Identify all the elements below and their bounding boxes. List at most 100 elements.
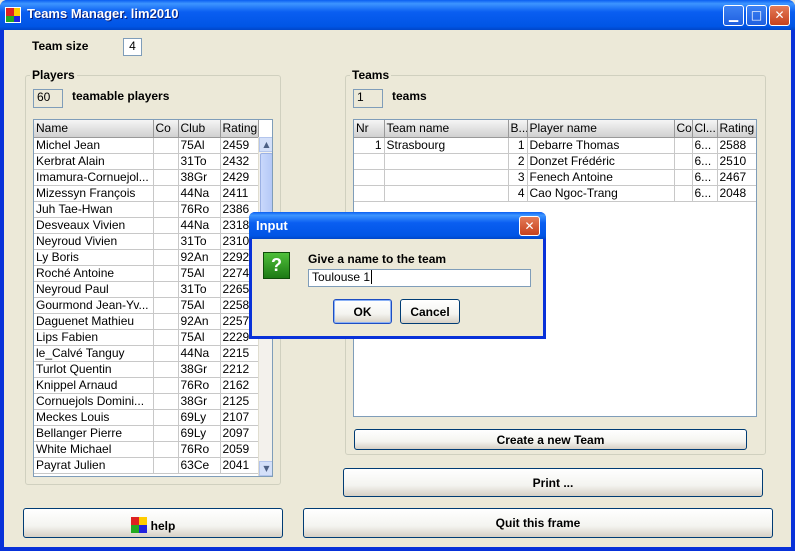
table-row[interactable]: White Michael 76Ro 2059 bbox=[34, 441, 259, 458]
teamable-players-label: teamable players bbox=[72, 89, 170, 103]
column-header[interactable]: Nr bbox=[354, 120, 385, 138]
table-cell bbox=[153, 409, 179, 426]
table-cell: 31To bbox=[178, 153, 221, 170]
table-cell bbox=[674, 185, 693, 202]
column-header[interactable]: Name bbox=[34, 120, 154, 138]
table-row[interactable]: Cornuejols Domini... 38Gr 2125 bbox=[34, 393, 259, 410]
table-cell: Debarre Thomas bbox=[527, 137, 675, 154]
teamable-players-count: 60 bbox=[33, 89, 63, 108]
table-cell: Donzet Frédéric bbox=[527, 153, 675, 170]
table-cell: 69Ly bbox=[178, 425, 221, 442]
teams-table-header: Nr Team name B... Player name Co Cl... Rating bbox=[354, 120, 756, 138]
minimize-button[interactable]: ▁ bbox=[723, 5, 744, 26]
table-cell: 63Ce bbox=[178, 457, 221, 474]
dialog-body: ? Give a name to the team Toulouse 1 OK … bbox=[252, 239, 543, 336]
scroll-up-icon[interactable]: ▲ bbox=[259, 137, 272, 152]
table-row[interactable]: le_Calvé Tanguy 44Na 2215 bbox=[34, 345, 259, 362]
table-row[interactable]: Juh Tae-Hwan 76Ro 2386 bbox=[34, 201, 259, 218]
table-cell bbox=[153, 361, 179, 378]
table-cell bbox=[153, 153, 179, 170]
table-cell: Knippel Arnaud bbox=[34, 377, 154, 394]
table-cell bbox=[674, 169, 693, 186]
team-size-label: Team size bbox=[32, 39, 89, 53]
table-row[interactable]: Neyroud Vivien 31To 2310 bbox=[34, 233, 259, 250]
table-cell: Desveaux Vivien bbox=[34, 217, 154, 234]
table-cell bbox=[153, 281, 179, 298]
column-header[interactable]: Club bbox=[178, 120, 221, 138]
table-row[interactable]: Imamura-Cornuejol... 38Gr 2429 bbox=[34, 169, 259, 186]
table-cell: 2097 bbox=[220, 425, 259, 442]
table-cell: 2510 bbox=[717, 153, 756, 170]
help-button[interactable]: help bbox=[23, 508, 283, 538]
table-cell: 44Na bbox=[178, 185, 221, 202]
table-row[interactable]: Mizessyn François 44Na 2411 bbox=[34, 185, 259, 202]
table-cell bbox=[153, 201, 179, 218]
table-row[interactable]: Lips Fabien 75Al 2229 bbox=[34, 329, 259, 346]
team-name-input[interactable]: Toulouse 1 bbox=[308, 269, 531, 287]
table-cell: Juh Tae-Hwan bbox=[34, 201, 154, 218]
team-size-field[interactable]: 4 bbox=[123, 38, 142, 56]
quit-button[interactable]: Quit this frame bbox=[303, 508, 773, 538]
table-cell: 75Al bbox=[178, 297, 221, 314]
create-team-button[interactable]: Create a new Team bbox=[354, 429, 747, 450]
column-header[interactable]: Co bbox=[153, 120, 179, 138]
dialog-close-button[interactable]: ✕ bbox=[519, 216, 540, 236]
table-cell bbox=[153, 169, 179, 186]
teams-count-label: teams bbox=[392, 89, 427, 103]
table-row[interactable]: Neyroud Paul 31To 2265 bbox=[34, 281, 259, 298]
table-cell: 2411 bbox=[220, 185, 259, 202]
table-cell bbox=[153, 313, 179, 330]
maximize-button[interactable]: □ bbox=[746, 5, 767, 26]
table-cell bbox=[153, 393, 179, 410]
table-cell: 4 bbox=[508, 185, 528, 202]
table-cell bbox=[153, 329, 179, 346]
table-row[interactable]: Michel Jean 75Al 2459 bbox=[34, 137, 259, 154]
table-cell: Strasbourg bbox=[384, 137, 509, 154]
table-cell: 2215 bbox=[220, 345, 259, 362]
table-cell: Imamura-Cornuejol... bbox=[34, 169, 154, 186]
table-cell bbox=[384, 153, 509, 170]
table-row[interactable]: Daguenet Mathieu 92An 2257 bbox=[34, 313, 259, 330]
table-cell: Meckes Louis bbox=[34, 409, 154, 426]
column-header[interactable]: Rating bbox=[717, 120, 756, 138]
scroll-down-icon[interactable]: ▼ bbox=[259, 461, 272, 476]
table-cell: 1 bbox=[508, 137, 528, 154]
table-row[interactable]: Bellanger Pierre 69Ly 2097 bbox=[34, 425, 259, 442]
table-row[interactable]: Payrat Julien 63Ce 2041 bbox=[34, 457, 259, 474]
column-header[interactable]: Rating bbox=[220, 120, 259, 138]
table-row[interactable]: 4 Cao Ngoc-Trang 6... 2048 bbox=[354, 185, 756, 202]
maximize-icon: □ bbox=[750, 8, 763, 22]
close-button[interactable]: ✕ bbox=[769, 5, 790, 26]
table-cell bbox=[674, 153, 693, 170]
table-row[interactable]: Ly Boris 92An 2292 bbox=[34, 249, 259, 266]
table-row[interactable]: Gourmond Jean-Yv... 75Al 2258 bbox=[34, 297, 259, 314]
table-cell: 38Gr bbox=[178, 169, 221, 186]
table-row[interactable]: Meckes Louis 69Ly 2107 bbox=[34, 409, 259, 426]
column-header[interactable]: B... bbox=[508, 120, 528, 138]
table-cell: 31To bbox=[178, 233, 221, 250]
main-window: Teams Manager. lim2010 ▁ □ ✕ Team size 4… bbox=[0, 0, 795, 551]
table-row[interactable]: Roché Antoine 75Al 2274 bbox=[34, 265, 259, 282]
column-header[interactable]: Team name bbox=[384, 120, 509, 138]
team-name-input-value: Toulouse 1 bbox=[312, 270, 371, 284]
print-button[interactable]: Print ... bbox=[343, 468, 763, 497]
teams-panel-title: Teams bbox=[350, 68, 392, 82]
ok-button[interactable]: OK bbox=[333, 299, 392, 324]
table-row[interactable]: Knippel Arnaud 76Ro 2162 bbox=[34, 377, 259, 394]
column-header[interactable]: Player name bbox=[527, 120, 675, 138]
table-cell: 2 bbox=[508, 153, 528, 170]
dialog-title-bar[interactable]: Input ✕ bbox=[249, 212, 546, 239]
table-row[interactable]: Turlot Quentin 38Gr 2212 bbox=[34, 361, 259, 378]
table-row[interactable]: 2 Donzet Frédéric 6... 2510 bbox=[354, 153, 756, 170]
table-row[interactable]: Desveaux Vivien 44Na 2318 bbox=[34, 217, 259, 234]
table-row[interactable]: 3 Fenech Antoine 6... 2467 bbox=[354, 169, 756, 186]
table-cell bbox=[153, 137, 179, 154]
column-header[interactable]: Cl... bbox=[692, 120, 718, 138]
table-row[interactable]: 1 Strasbourg 1 Debarre Thomas 6... 2588 bbox=[354, 137, 756, 154]
table-cell bbox=[153, 249, 179, 266]
table-cell bbox=[153, 217, 179, 234]
table-row[interactable]: Kerbrat Alain 31To 2432 bbox=[34, 153, 259, 170]
column-header[interactable]: Co bbox=[674, 120, 693, 138]
title-bar[interactable]: Teams Manager. lim2010 ▁ □ ✕ bbox=[0, 0, 795, 30]
cancel-button[interactable]: Cancel bbox=[400, 299, 460, 324]
